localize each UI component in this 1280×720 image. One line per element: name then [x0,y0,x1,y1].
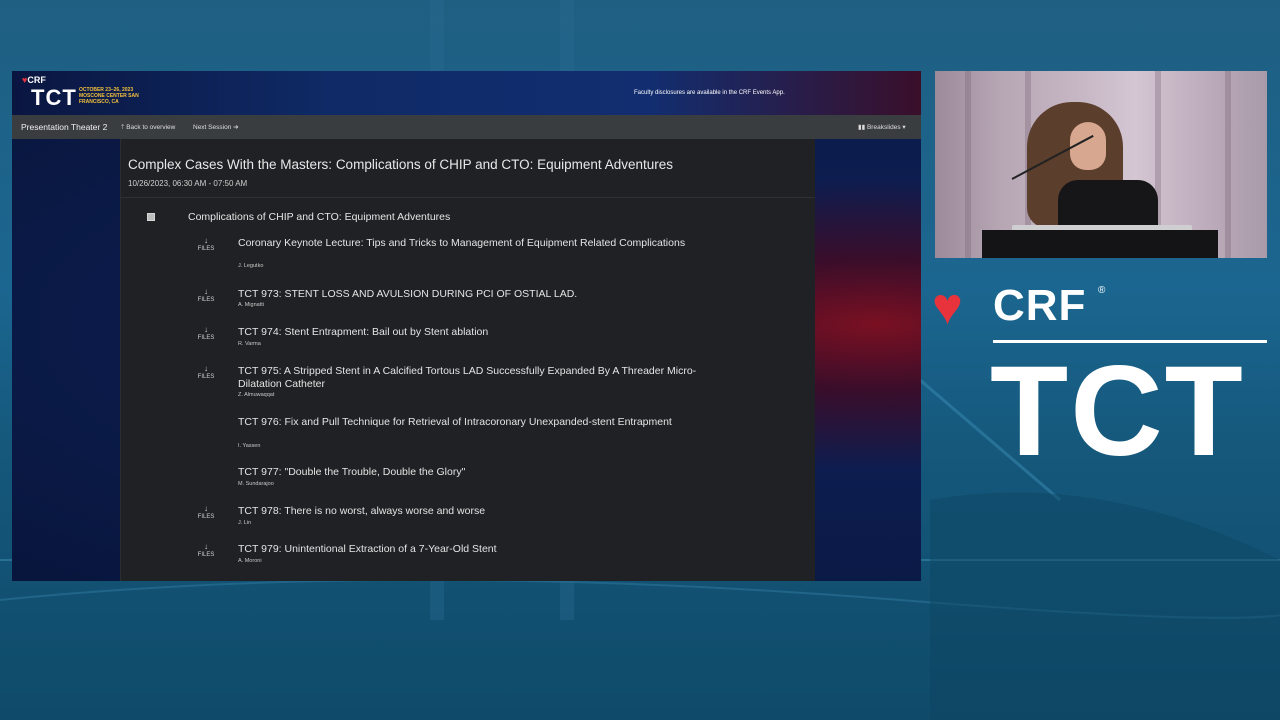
item-title[interactable]: TCT 976: Fix and Pull Technique for Retr… [238,416,708,429]
slide-banner: ♥CRF TCT OCTOBER 23–26, 2023 MOSCONE CEN… [12,71,921,115]
item-title[interactable]: TCT 977: "Double the Trouble, Double the… [238,466,708,479]
top-navbar: Presentation Theater 2 🡑 Back to overvie… [12,115,921,139]
registered-mark: ® [1098,285,1106,296]
files-download-button[interactable]: ↓ FILES [195,543,217,559]
item-author: A. Moroni [238,558,262,564]
session-panel: Complex Cases With the Masters: Complica… [120,139,815,581]
item-author: A. Mignatti [238,302,264,308]
item-title[interactable]: Coronary Keynote Lecture: Tips and Trick… [238,237,708,250]
item-title[interactable]: TCT 975: A Stripped Stent in A Calcified… [238,365,708,390]
arrow-up-icon: 🡑 [121,124,125,131]
item-title[interactable]: TCT 974: Stent Entrapment: Bail out by S… [238,326,708,339]
pause-icon: ▮▮ [858,124,866,131]
item-author: M. Sundarajoo [238,481,274,487]
files-download-button[interactable]: ↓ FILES [195,365,217,381]
files-download-button[interactable]: ↓ FILES [195,237,217,253]
crf-heart-icon: ♥ [932,278,963,336]
back-to-overview-link[interactable]: 🡑 Back to overview [121,123,175,134]
crf-logo-text: CRF [993,281,1087,330]
session-title: Complex Cases With the Masters: Complica… [128,157,673,172]
files-download-button[interactable]: ↓ FILES [195,505,217,521]
item-author: Z. Almuwaqqat [238,392,275,398]
item-author: J. Legutko [238,263,264,269]
download-arrow-icon: ↓ [204,287,208,296]
download-arrow-icon: ↓ [204,504,208,513]
conference-info: OCTOBER 23–26, 2023 MOSCONE CENTER SAN F… [79,87,139,105]
tct-small-logo: TCT [31,85,77,110]
download-arrow-icon: ↓ [204,364,208,373]
download-arrow-icon: ↓ [204,325,208,334]
crf-small-logo: ♥CRF [22,75,46,85]
room-title: Presentation Theater 2 [21,122,108,132]
disclosure-text: Faculty disclosures are available in the… [634,90,785,96]
download-arrow-icon: ↓ [204,236,208,245]
group-title: Complications of CHIP and CTO: Equipment… [188,211,451,223]
item-author: R. Varma [238,341,261,347]
item-author: I. Yassen [238,443,261,449]
download-arrow-icon: ↓ [204,542,208,551]
item-author: J. Lin [238,520,252,526]
curtain-fold [965,71,971,258]
caret-down-icon: ▾ [902,124,906,131]
curtain-fold [1225,71,1231,258]
collapse-icon[interactable] [147,213,155,221]
podium [982,230,1218,258]
next-session-link[interactable]: Next Session ➔ [193,123,239,131]
item-title[interactable]: TCT 973: STENT LOSS AND AVULSION DURING … [238,288,708,301]
breakslides-dropdown[interactable]: ▮▮ Breakslides ▾ [858,123,906,131]
files-download-button[interactable]: ↓ FILES [195,288,217,304]
speaker-body [1058,180,1158,230]
session-time: 10/26/2023, 06:30 AM - 07:50 AM [128,179,248,188]
slide-window: ♥CRF TCT OCTOBER 23–26, 2023 MOSCONE CEN… [12,71,921,581]
item-title[interactable]: TCT 979: Unintentional Extraction of a 7… [238,543,708,556]
item-title[interactable]: TCT 978: There is no worst, always worse… [238,505,708,518]
tct-logo-text: TCT [990,340,1245,483]
files-download-button[interactable]: ↓ FILES [195,326,217,342]
divider [121,197,815,198]
arrow-right-icon: ➔ [233,124,239,131]
